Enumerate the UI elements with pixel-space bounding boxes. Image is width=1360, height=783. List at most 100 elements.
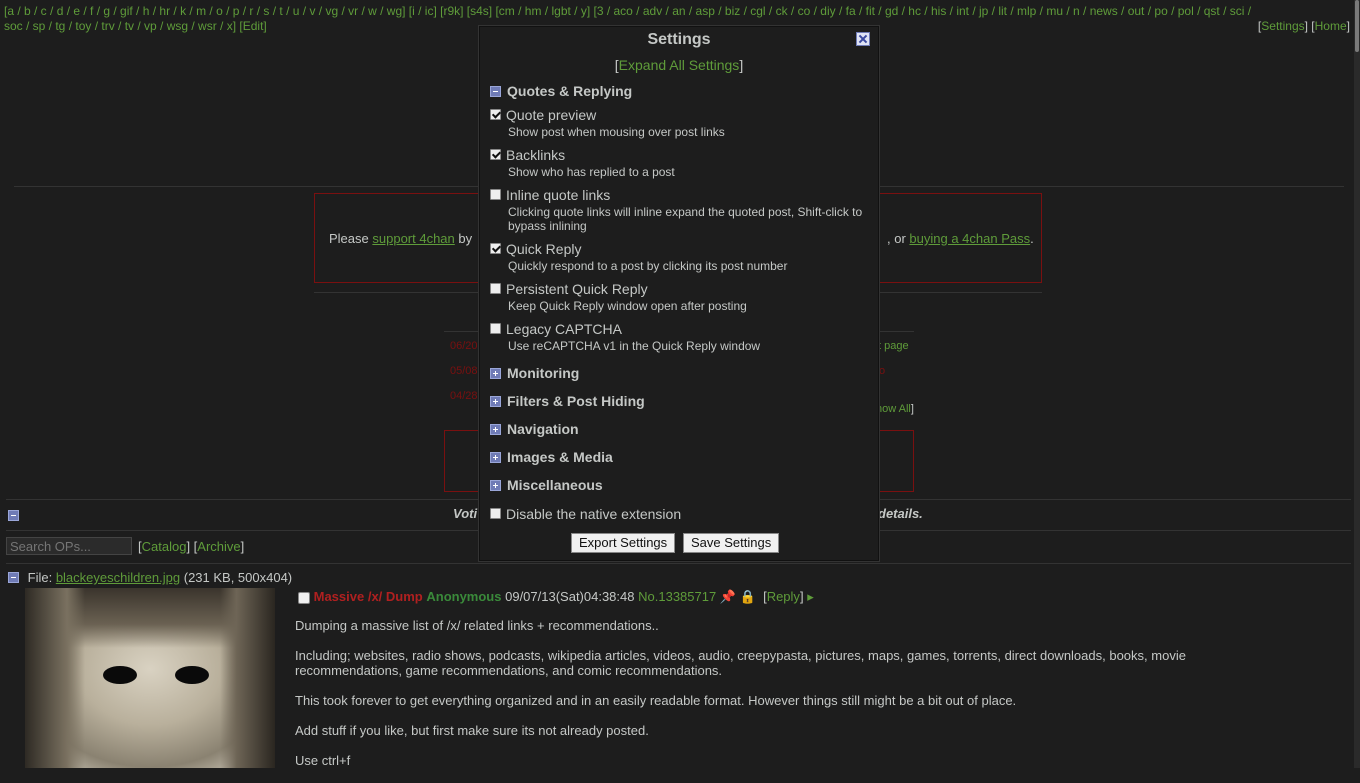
settings-title: Settings [647,31,711,48]
checkbox[interactable] [490,149,501,160]
close-icon[interactable] [856,32,870,46]
toggle-announcement-button[interactable] [8,509,19,524]
option-disable-native-extension[interactable]: Disable the native extension [490,506,681,522]
post-paragraph: Dumping a massive list of /x/ related li… [295,618,659,633]
post-paragraph: Including; websites, radio shows, podcas… [295,648,1186,678]
section-filters-post-hiding[interactable]: Filters & Post Hiding [490,393,645,409]
option-label: Quick Reply [506,241,582,257]
option-description: Keep Quick Reply window open after posti… [508,299,747,313]
expand-icon [490,424,501,435]
lock-icon: 🔒 [739,589,756,604]
checkbox[interactable] [490,243,501,254]
post-paragraph: Use ctrl+f [295,753,351,768]
section-label: Filters & Post Hiding [507,393,645,409]
news-date-3: 04/28 [450,390,478,402]
settings-dialog: Settings [Expand All Settings] Quotes & … [479,26,879,561]
section-label: Quotes & Replying [507,83,633,99]
expand-all-settings-link[interactable]: Expand All Settings [619,57,740,73]
expand-icon [490,396,501,407]
reply-link[interactable]: Reply [767,589,800,604]
board-list-line-1[interactable]: [a / b / c / d / e / f / g / gif / h / h… [4,4,1349,19]
option-label: Legacy CAPTCHA [506,321,622,337]
divider [6,563,1351,564]
home-link[interactable]: Home [1315,19,1347,33]
post-menu-arrow-icon[interactable]: ▸ [807,589,814,604]
news-date-1: 06/20 [450,340,478,352]
section-navigation[interactable]: Navigation [490,421,579,437]
post-datetime: 09/07/13(Sat)04:38:48 [505,589,635,604]
section-quotes-replying[interactable]: Quotes & Replying [490,83,632,99]
catalog-link[interactable]: Catalog [142,539,187,554]
post-header: Massive /x/ Dump Anonymous 09/07/13(Sat)… [298,589,814,605]
save-settings-button[interactable]: Save Settings [683,533,780,553]
option-quote-preview[interactable]: Quote preview [490,107,596,123]
option-label: Quote preview [506,107,597,123]
checkbox[interactable] [490,283,501,294]
option-description: Clicking quote links will inline expand … [508,205,863,233]
section-label: Images & Media [507,449,613,465]
scrollbar[interactable] [1354,0,1360,768]
option-label: Disable the native extension [506,506,682,522]
ad-text: Please support 4chan by [329,231,472,246]
export-settings-button[interactable]: Export Settings [571,533,676,553]
section-label: Navigation [507,421,579,437]
file-info: File: blackeyeschildren.jpg (231 KB, 500… [8,570,292,585]
scrollbar-thumb[interactable] [1355,0,1359,52]
ad-or: , or [887,231,906,246]
checkbox[interactable] [490,189,501,200]
section-miscellaneous[interactable]: Miscellaneous [490,477,603,493]
section-monitoring[interactable]: Monitoring [490,365,579,381]
post-select-checkbox[interactable] [298,591,310,604]
ad-by: by [458,231,473,246]
post-paragraph: Add stuff if you like, but first make su… [295,723,649,738]
support-4chan-link[interactable]: support 4chan [372,231,454,246]
option-legacy-captcha[interactable]: Legacy CAPTCHA [490,321,622,337]
nav-right: [Settings] [Home] [1257,19,1350,33]
expand-all: [Expand All Settings] [614,57,744,73]
post-number[interactable]: 13385717 [658,589,716,604]
news-show-all-link[interactable]: how All] [876,403,914,415]
option-quick-reply[interactable]: Quick Reply [490,241,581,257]
option-label: Backlinks [506,147,566,163]
option-inline-quote-links[interactable]: Inline quote links [490,187,610,203]
hide-thread-icon[interactable] [8,572,19,583]
news-page-link[interactable]: t page [878,340,909,352]
thumbnail-shade [25,588,85,768]
option-label: Inline quote links [506,187,611,203]
ad-prefix: Please [329,231,369,246]
option-description: Show who has replied to a post [508,165,675,179]
section-images-media[interactable]: Images & Media [490,449,613,465]
option-backlinks[interactable]: Backlinks [490,147,565,163]
vote-banner-right: details. [878,506,923,521]
option-description: Quickly respond to a post by clicking it… [508,259,788,273]
checkbox[interactable] [490,508,501,519]
checkbox[interactable] [490,323,501,334]
section-label: Monitoring [507,365,580,381]
ad-dot: . [1030,231,1034,246]
post-number-label[interactable]: No. [638,589,658,604]
file-name-link[interactable]: blackeyeschildren.jpg [56,570,180,585]
thread-thumbnail[interactable] [25,588,275,768]
news-date-2: 05/08 [450,365,478,377]
option-persistent-quick-reply[interactable]: Persistent Quick Reply [490,281,648,297]
poster-name: Anonymous [426,589,502,604]
expand-icon [490,368,501,379]
search-ops-input[interactable] [6,537,132,555]
option-description: Show post when mousing over post links [508,125,725,139]
collapse-icon [490,86,501,97]
sticky-icon: 📌 [719,589,737,604]
thumbnail-eye [175,666,209,684]
buy-pass-link[interactable]: buying a 4chan Pass [909,231,1030,246]
minus-icon [8,510,19,521]
post-paragraph: This took forever to get everything orga… [295,693,1017,708]
file-label: File: [27,570,53,585]
news-mark: o [879,365,886,377]
ad-text-end: , or buying a 4chan Pass. [887,231,1034,246]
post-body: Dumping a massive list of /x/ related li… [295,618,1255,783]
settings-link[interactable]: Settings [1261,19,1304,33]
option-label: Persistent Quick Reply [506,281,648,297]
archive-link[interactable]: Archive [197,539,240,554]
checkbox[interactable] [490,109,501,120]
post-subject: Massive /x/ Dump [313,589,423,604]
option-description: Use reCAPTCHA v1 in the Quick Reply wind… [508,339,761,353]
